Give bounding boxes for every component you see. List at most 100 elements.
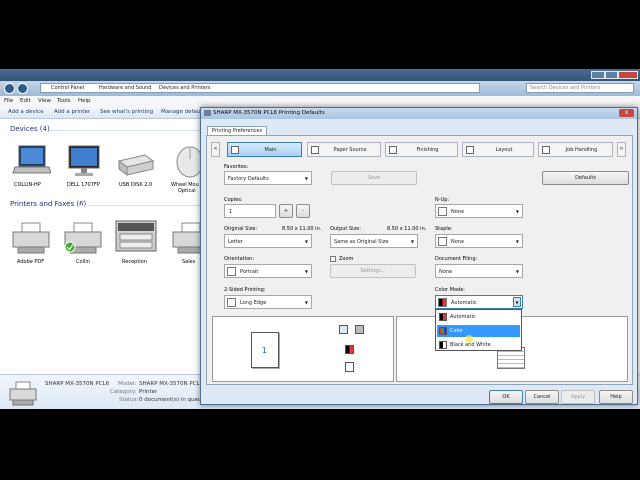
- ribbon-scroll-right[interactable]: >: [617, 142, 626, 157]
- paper-tray-icon: [311, 146, 319, 154]
- address-bar[interactable]: Control Panel Hardware and Sound Devices…: [40, 83, 480, 93]
- help-button[interactable]: Help: [599, 390, 633, 404]
- layout-icon: [466, 146, 474, 154]
- dialog-titlebar: SHARP MX-3570N PCL6 Printing Defaults x: [201, 108, 637, 119]
- device-usb-disk[interactable]: [114, 149, 156, 181]
- breadcrumb-hardware[interactable]: Hardware and Sound: [99, 85, 151, 91]
- zoom-checkbox[interactable]: [330, 256, 336, 262]
- printer-reception[interactable]: [114, 218, 157, 256]
- detail-category-value: Printer: [139, 389, 158, 395]
- printer-label: Sales: [182, 259, 196, 265]
- printer-collin[interactable]: [62, 221, 104, 257]
- save-button[interactable]: Save: [331, 171, 417, 185]
- mouse-icon: [176, 146, 204, 178]
- copies-decrease-button[interactable]: -: [296, 204, 310, 218]
- chevron-down-icon: ▼: [304, 239, 308, 244]
- stack-icon: [355, 325, 364, 334]
- cancel-button[interactable]: Cancel: [525, 390, 559, 404]
- menu-file[interactable]: File: [4, 98, 13, 104]
- close-icon[interactable]: [618, 71, 638, 79]
- ribbon-main[interactable]: Main: [227, 142, 302, 157]
- breadcrumb-devices[interactable]: Devices and Printers: [159, 85, 211, 91]
- original-size-label: Original Size:: [224, 226, 258, 232]
- chevron-down-icon: ▼: [515, 209, 519, 214]
- output-size-label: Output Size:: [330, 226, 361, 232]
- orientation-select[interactable]: Portrait ▼: [224, 264, 312, 278]
- orientation-label: Orientation:: [224, 256, 254, 262]
- color-mode-icon: [438, 298, 447, 307]
- copies-label: Copies:: [224, 197, 243, 203]
- device-label: COLLIN-HP: [14, 182, 41, 188]
- defaults-button[interactable]: Defaults: [542, 171, 629, 185]
- ok-button[interactable]: OK: [489, 390, 523, 404]
- menu-view[interactable]: View: [38, 98, 51, 104]
- usb-drive-icon: [117, 154, 155, 176]
- staple-select[interactable]: None ▼: [435, 234, 523, 248]
- see-printing-button[interactable]: See what's printing: [100, 109, 153, 115]
- printer-label: Reception: [122, 259, 147, 265]
- output-size-select[interactable]: Same as Original Size ▼: [330, 234, 418, 248]
- color-icon: [439, 327, 447, 335]
- detail-status-value: 0 document(s) in queue: [139, 397, 205, 403]
- zoom-settings-button[interactable]: Settings...: [330, 264, 416, 278]
- portrait-icon: [227, 267, 236, 276]
- color-mode-select[interactable]: Automatic ▼: [435, 295, 523, 309]
- nup-select[interactable]: None ▼: [435, 204, 523, 218]
- chevron-down-icon: ▼: [515, 269, 519, 274]
- forward-icon[interactable]: [17, 83, 28, 94]
- copies-increase-button[interactable]: +: [279, 204, 293, 218]
- chevron-down-icon: ▼: [304, 176, 308, 181]
- add-printer-button[interactable]: Add a printer: [54, 109, 90, 115]
- explorer-titlebar: [0, 69, 640, 81]
- document-filing-select[interactable]: None ▼: [435, 264, 523, 278]
- back-icon[interactable]: [4, 83, 15, 94]
- minimize-icon[interactable]: [591, 71, 605, 79]
- device-dell-monitor[interactable]: [62, 145, 104, 181]
- color-mode-option-automatic[interactable]: Automatic: [437, 311, 520, 323]
- apply-button[interactable]: Apply: [561, 390, 595, 404]
- favorites-select[interactable]: Factory Defaults ▼: [224, 171, 312, 185]
- color-mode-option-color[interactable]: Color: [437, 325, 520, 337]
- letterbox-bottom: [0, 409, 640, 480]
- maximize-icon[interactable]: [605, 71, 618, 79]
- detail-category-label: Category:: [110, 389, 137, 395]
- ribbon-scroll-left[interactable]: <: [211, 142, 220, 157]
- device-label: USB DISK 2.0: [119, 182, 153, 188]
- device-collin-hp[interactable]: [10, 143, 52, 179]
- add-device-button[interactable]: Add a device: [8, 109, 44, 115]
- devices-header[interactable]: Devices (4): [10, 125, 50, 133]
- printer-icon: [9, 381, 37, 406]
- finishing-icon: [389, 146, 397, 154]
- ribbon-job-handling[interactable]: Job Handling: [538, 142, 613, 157]
- menu-help[interactable]: Help: [78, 98, 91, 104]
- printer-icon: [172, 222, 205, 254]
- close-button[interactable]: x: [619, 109, 634, 117]
- breadcrumb-control-panel[interactable]: Control Panel: [51, 85, 84, 91]
- original-size-select[interactable]: Letter ▼: [224, 234, 312, 248]
- ribbon-paper-source[interactable]: Paper Source: [307, 142, 381, 157]
- manage-default-button[interactable]: Manage default: [161, 109, 204, 115]
- document-filing-label: Document Filing:: [435, 256, 478, 262]
- menu-tools[interactable]: Tools: [57, 98, 71, 104]
- preview-page: 1: [251, 332, 279, 368]
- copies-input[interactable]: 1: [224, 204, 276, 218]
- chevron-down-icon[interactable]: ▼: [513, 297, 521, 307]
- copier-icon: [115, 220, 157, 252]
- printers-header[interactable]: Printers and Faxes (6): [10, 200, 86, 208]
- printing-defaults-dialog: SHARP MX-3570N PCL6 Printing Defaults x …: [200, 107, 638, 405]
- favorites-label: Favorites:: [224, 164, 249, 170]
- search-input[interactable]: Search Devices and Printers: [526, 83, 634, 93]
- monitor-icon: [68, 145, 100, 176]
- menu-edit[interactable]: Edit: [20, 98, 31, 104]
- device-label: DELL 1707FP: [67, 182, 100, 188]
- two-sided-select[interactable]: Long Edge ▼: [224, 295, 312, 309]
- chevron-down-icon: ▼: [304, 269, 308, 274]
- color-mode-option-bw[interactable]: Black and White: [437, 339, 520, 351]
- duplex-icon: [227, 298, 236, 307]
- staple-icon: [438, 237, 447, 246]
- ribbon-finishing[interactable]: Finishing: [385, 142, 458, 157]
- copy-icon: [339, 325, 348, 334]
- printer-adobe-pdf[interactable]: [10, 221, 52, 257]
- device-label: Optical: [178, 188, 196, 194]
- ribbon-layout[interactable]: Layout: [462, 142, 534, 157]
